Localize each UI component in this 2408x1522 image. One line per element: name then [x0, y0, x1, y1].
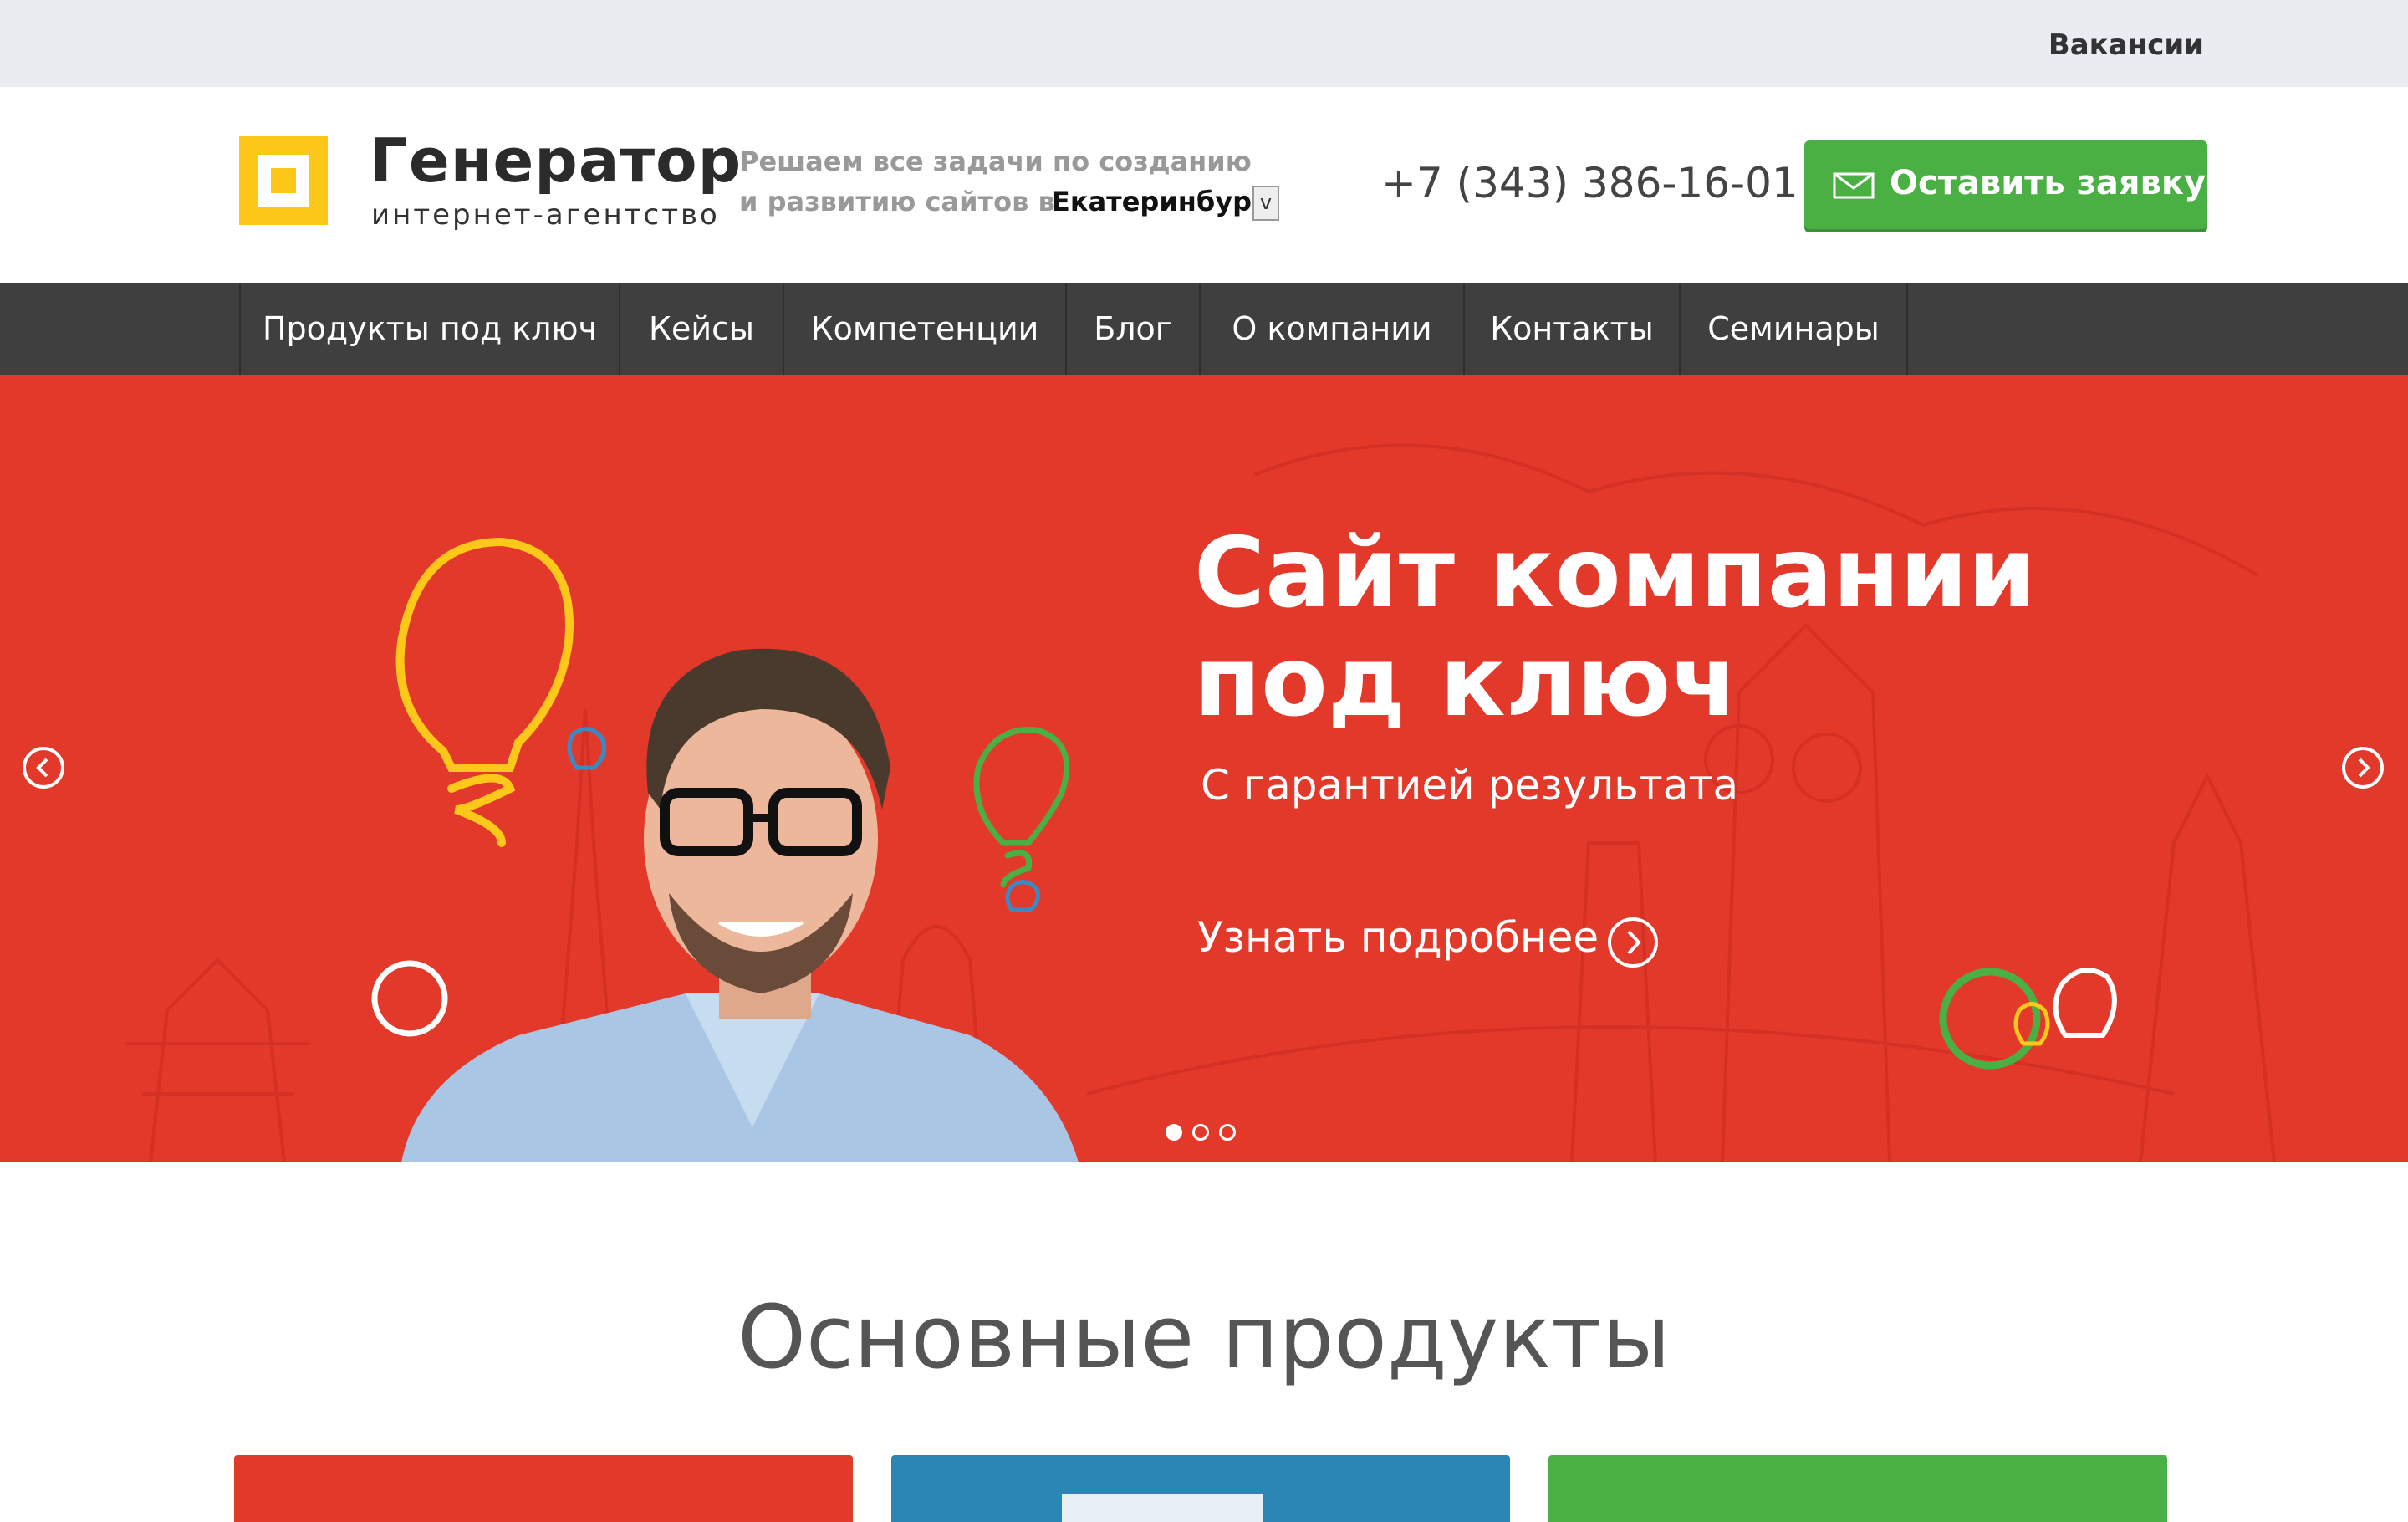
nav-item-label: Блог	[1094, 310, 1172, 347]
nav-item-label: Кейсы	[649, 310, 754, 347]
logo-subtitle: интернет-агентство	[371, 198, 720, 232]
chevron-down-icon: v	[1259, 191, 1273, 214]
logo-title[interactable]: Генератор	[370, 125, 742, 196]
nav-item-seminars[interactable]: Семинары	[1679, 283, 1908, 375]
nav-item-competencies[interactable]: Компетенции	[783, 283, 1065, 375]
chevron-right-icon[interactable]	[2341, 746, 2385, 789]
hero-title-line1: Сайт компании	[1194, 517, 2036, 630]
nav-item-cases[interactable]: Кейсы	[619, 283, 783, 375]
product-card-3[interactable]	[1548, 1455, 2167, 1522]
product-card-2[interactable]	[891, 1455, 1510, 1522]
person-illustration	[401, 648, 1079, 1162]
product-card-image	[1062, 1494, 1263, 1522]
hero-subtitle: С гарантией результата	[1201, 761, 1739, 810]
product-card-1[interactable]	[234, 1455, 853, 1522]
top-bar: Вакансии	[0, 0, 2408, 87]
nav-item-products[interactable]: Продукты под ключ	[239, 283, 619, 375]
lightbulb-yellow	[395, 537, 574, 772]
chevron-left-icon[interactable]	[22, 746, 65, 789]
nav-item-contacts[interactable]: Контакты	[1463, 283, 1679, 375]
nav-item-label: О компании	[1232, 310, 1432, 347]
phone-number[interactable]: +7 (343) 386-16-01	[1381, 159, 1798, 207]
slider-dot-2[interactable]	[1192, 1124, 1209, 1141]
city-dropdown-button[interactable]: v	[1252, 186, 1279, 221]
nav-item-label: Компетенции	[810, 310, 1039, 347]
learn-more-link[interactable]: Узнать подробнее	[1197, 913, 1599, 962]
nav-item-blog[interactable]: Блог	[1065, 283, 1199, 375]
nav-item-label: Семинары	[1707, 310, 1880, 347]
slider-dot-1[interactable]	[1166, 1124, 1182, 1141]
request-button-label: Оставить заявку	[1890, 164, 2206, 202]
slider-dot-3[interactable]	[1219, 1124, 1236, 1141]
chevron-circle-right-icon[interactable]	[1607, 917, 1659, 968]
hero-title-line2: под ключ	[1194, 626, 1738, 738]
vacancies-link[interactable]: Вакансии	[2048, 28, 2204, 62]
nav-item-about[interactable]: О компании	[1199, 283, 1463, 375]
logo-icon[interactable]	[239, 136, 328, 225]
main-nav: Продукты под ключ Кейсы Компетенции Блог…	[0, 283, 2408, 375]
products-section-title: Основные продукты	[737, 1286, 1671, 1388]
tagline-line2: и развитию сайтов в	[739, 186, 1055, 217]
mail-icon	[1833, 172, 1875, 199]
nav-item-label: Контакты	[1490, 310, 1654, 347]
nav-item-label: Продукты под ключ	[262, 310, 597, 347]
request-button[interactable]: Оставить заявку	[1804, 140, 2207, 229]
city-selected-value[interactable]: Екатеринбург	[1052, 186, 1266, 217]
tagline-line1: Решаем все задачи по созданию	[739, 146, 1252, 177]
